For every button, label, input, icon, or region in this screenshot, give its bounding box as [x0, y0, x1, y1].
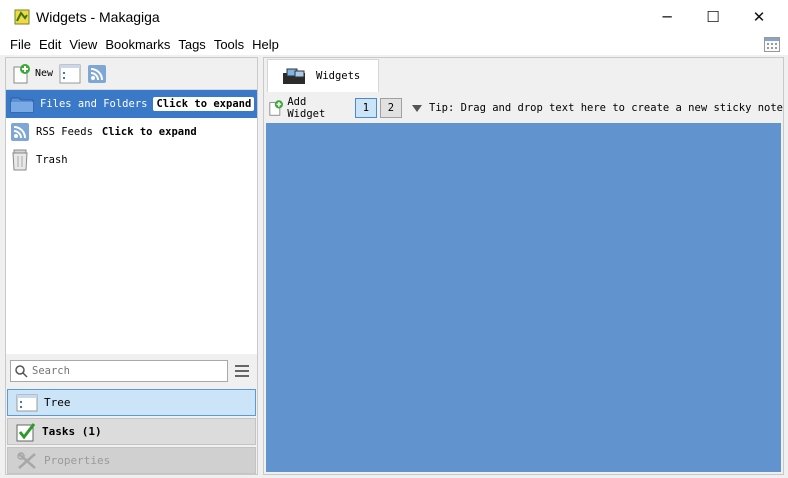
left-panel: New Files and Folders Click to expand RS… — [5, 57, 258, 475]
nav-properties-label: Properties — [44, 454, 111, 467]
right-panel: Widgets Add Widget 1 2 Tip: Drag and dro… — [263, 57, 784, 475]
folder-icon — [10, 97, 34, 113]
calendar-icon[interactable] — [764, 37, 780, 52]
close-button[interactable]: ✕ — [736, 0, 782, 34]
nav-tree[interactable]: Tree — [7, 389, 256, 416]
widget-canvas[interactable] — [266, 123, 781, 472]
tree-item-files-and-folders[interactable]: Files and Folders Click to expand — [6, 90, 257, 118]
add-widget-button[interactable]: Add Widget — [268, 96, 345, 120]
new-document-icon — [13, 63, 30, 83]
makagiga-app-icon — [14, 9, 30, 25]
menu-tools[interactable]: Tools — [210, 37, 248, 52]
tools-icon — [17, 451, 36, 469]
tip-text: Tip: Drag and drop text here to create a… — [429, 102, 784, 114]
menu-bookmarks[interactable]: Bookmarks — [101, 37, 174, 52]
tree-view: Files and Folders Click to expand RSS Fe… — [6, 90, 257, 354]
nav-tree-label: Tree — [44, 396, 71, 409]
tree-item-label: Files and Folders — [40, 98, 148, 110]
window-icon — [59, 64, 81, 83]
new-button[interactable]: New — [12, 63, 54, 84]
menu-file[interactable]: File — [6, 37, 35, 52]
rss-icon — [11, 123, 29, 141]
tree-item-label: Trash — [36, 154, 68, 166]
checkbox-icon — [16, 422, 36, 441]
tree-item-label: RSS Feeds — [36, 126, 93, 138]
expand-hint[interactable]: Click to expand — [153, 97, 255, 111]
expand-hint[interactable]: Click to expand — [98, 125, 200, 139]
add-widget-label: Add Widget — [287, 96, 326, 120]
tab-widgets[interactable]: Widgets — [267, 59, 379, 92]
trash-icon — [12, 149, 28, 171]
window-title: Widgets - Makagiga — [36, 9, 160, 25]
minimize-button[interactable]: ─ — [644, 0, 690, 34]
page-1-button[interactable]: 1 — [354, 98, 377, 118]
search-icon — [15, 364, 28, 378]
tab-widgets-label: Widgets — [316, 70, 361, 82]
add-document-icon — [269, 100, 283, 116]
window-icon — [16, 394, 38, 411]
search-input[interactable] — [32, 365, 222, 377]
nav-tasks-label: Tasks (1) — [42, 425, 102, 438]
menu-edit[interactable]: Edit — [35, 37, 65, 52]
tree-view-button[interactable] — [59, 64, 81, 84]
tip-toggle-arrow-icon[interactable] — [412, 104, 422, 112]
menu-tags[interactable]: Tags — [174, 37, 209, 52]
left-toolbar: New — [6, 58, 257, 90]
menu-bar: File Edit View Bookmarks Tags Tools Help — [0, 34, 788, 55]
nav-properties[interactable]: Properties — [7, 447, 256, 474]
nav-tasks[interactable]: Tasks (1) — [7, 418, 256, 445]
menu-help[interactable]: Help — [248, 37, 283, 52]
search-box[interactable] — [10, 360, 228, 382]
search-row — [6, 355, 257, 387]
widgets-icon — [283, 68, 305, 84]
title-bar: Widgets - Makagiga ─ ☐ ✕ — [0, 0, 788, 34]
tree-item-rss-feeds[interactable]: RSS Feeds Click to expand — [6, 118, 257, 146]
widget-toolbar: Add Widget 1 2 Tip: Drag and drop text h… — [266, 94, 783, 122]
rss-icon — [88, 64, 107, 83]
maximize-button[interactable]: ☐ — [690, 0, 736, 34]
page-2-button[interactable]: 2 — [379, 98, 402, 118]
rss-button[interactable] — [87, 64, 107, 84]
menu-view[interactable]: View — [65, 37, 101, 52]
tree-item-trash[interactable]: Trash — [6, 146, 257, 174]
search-menu-icon[interactable] — [235, 365, 249, 377]
new-label: New — [35, 68, 54, 79]
